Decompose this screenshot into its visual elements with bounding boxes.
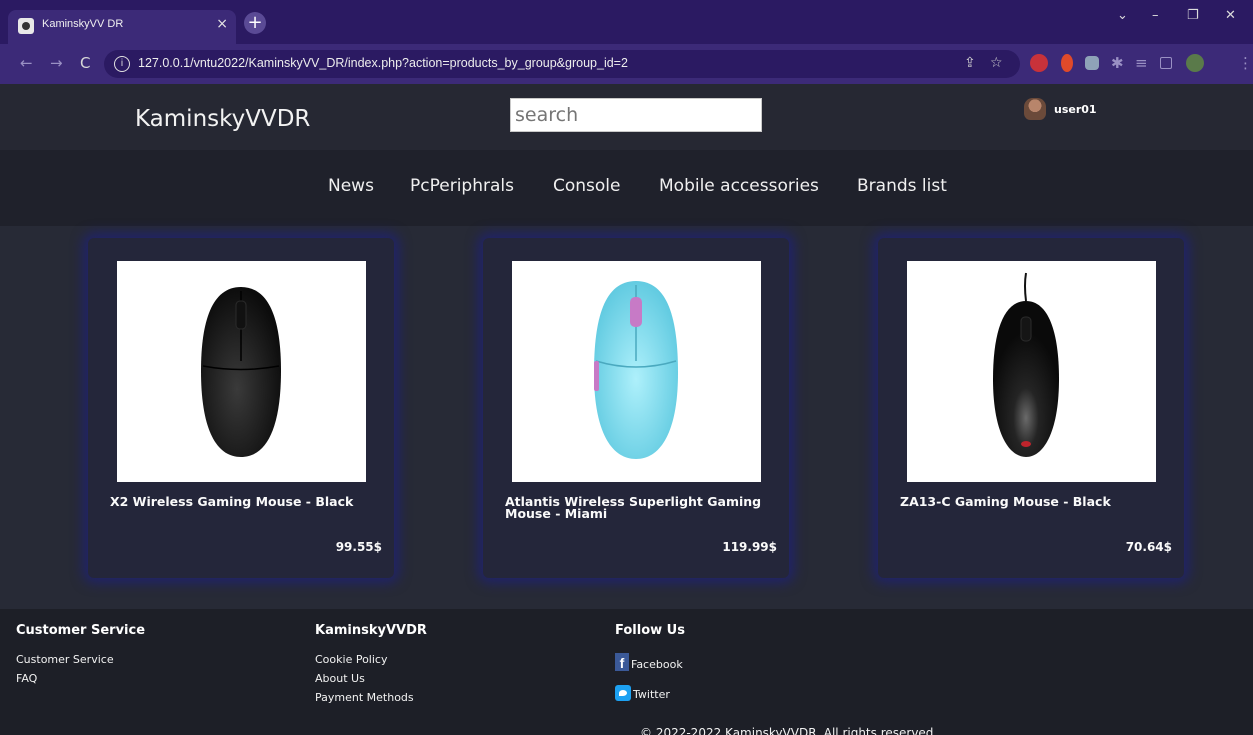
back-arrow-icon[interactable]: ← xyxy=(20,54,33,72)
browser-tab[interactable]: KaminskyVV DR × xyxy=(8,10,236,44)
browser-tab-bar: KaminskyVV DR × + ⌄ – ❐ ✕ xyxy=(0,0,1253,44)
favicon-icon xyxy=(18,18,34,34)
site-logo[interactable]: KaminskyVVDR xyxy=(135,106,310,132)
extensions-puzzle-icon[interactable]: ✱ xyxy=(1111,54,1124,72)
user-avatar[interactable] xyxy=(1024,98,1046,120)
bookmark-star-icon[interactable]: ☆ xyxy=(990,55,1003,71)
profile-avatar-icon[interactable] xyxy=(1186,54,1204,72)
facebook-link[interactable]: f Facebook xyxy=(615,653,683,671)
twitter-link[interactable]: Twitter xyxy=(615,685,670,701)
tab-title: KaminskyVV DR xyxy=(42,18,124,30)
restore-icon[interactable]: ❐ xyxy=(1187,8,1199,23)
facebook-icon: f xyxy=(615,653,629,671)
nav-item-pcperiphrals[interactable]: PcPeriphrals xyxy=(410,176,514,196)
product-card[interactable]: Atlantis Wireless Superlight Gaming Mous… xyxy=(483,238,789,578)
footer-heading-follow-us: Follow Us xyxy=(615,623,685,638)
product-name[interactable]: X2 Wireless Gaming Mouse - Black xyxy=(110,495,380,508)
browser-menu-icon[interactable]: ⋮ xyxy=(1238,54,1253,72)
side-panel-icon[interactable] xyxy=(1160,57,1172,69)
mouse-cyan-image xyxy=(594,281,678,459)
extension-shield-icon[interactable] xyxy=(1061,54,1073,72)
mouse-black-corded-image xyxy=(993,272,1059,457)
window-close-icon[interactable]: ✕ xyxy=(1225,8,1236,23)
product-price: 70.64$ xyxy=(1125,540,1172,554)
new-tab-button[interactable]: + xyxy=(244,12,266,34)
extension-square-icon[interactable] xyxy=(1085,56,1099,70)
nav-item-mobile-accessories[interactable]: Mobile accessories xyxy=(659,176,819,196)
tab-close-icon[interactable]: × xyxy=(216,16,228,32)
nav-item-brands-list[interactable]: Brands list xyxy=(857,176,947,196)
twitter-label: Twitter xyxy=(633,688,670,701)
product-name[interactable]: ZA13-C Gaming Mouse - Black xyxy=(900,495,1170,508)
footer-link-about-us[interactable]: About Us xyxy=(315,672,365,685)
url-text[interactable]: 127.0.0.1/vntu2022/KaminskyVV_DR/index.p… xyxy=(138,56,628,70)
footer-link-customer-service[interactable]: Customer Service xyxy=(16,653,114,666)
footer-heading-company: KaminskyVVDR xyxy=(315,623,427,638)
nav-item-console[interactable]: Console xyxy=(553,176,621,196)
footer-heading-customer-service: Customer Service xyxy=(16,623,146,638)
site-header: KaminskyVVDR user01 xyxy=(0,84,1253,150)
product-price: 119.99$ xyxy=(722,540,777,554)
tab-search-chevron-icon[interactable]: ⌄ xyxy=(1117,8,1128,23)
footer-link-cookie-policy[interactable]: Cookie Policy xyxy=(315,653,387,666)
footer-link-payment-methods[interactable]: Payment Methods xyxy=(315,691,414,704)
extension-icon[interactable] xyxy=(1030,54,1048,72)
product-image[interactable] xyxy=(907,261,1156,482)
mouse-black-image xyxy=(201,287,281,457)
product-price: 99.55$ xyxy=(335,540,382,554)
product-image[interactable] xyxy=(117,261,366,482)
nav-item-news[interactable]: News xyxy=(328,176,374,196)
address-bar[interactable]: i 127.0.0.1/vntu2022/KaminskyVV_DR/index… xyxy=(104,50,1020,78)
product-grid: X2 Wireless Gaming Mouse - Black 99.55$ … xyxy=(0,226,1253,609)
username[interactable]: user01 xyxy=(1054,103,1097,116)
product-name[interactable]: Atlantis Wireless Superlight Gaming Mous… xyxy=(505,495,775,520)
site-footer: Customer Service Customer Service FAQ Ka… xyxy=(0,609,1253,735)
product-card[interactable]: ZA13-C Gaming Mouse - Black 70.64$ xyxy=(878,238,1184,578)
search-input[interactable] xyxy=(510,98,762,132)
footer-link-faq[interactable]: FAQ xyxy=(16,672,37,685)
product-image[interactable] xyxy=(512,261,761,482)
main-nav: News PcPeriphrals Console Mobile accesso… xyxy=(0,150,1253,226)
product-card[interactable]: X2 Wireless Gaming Mouse - Black 99.55$ xyxy=(88,238,394,578)
twitter-icon xyxy=(615,685,631,701)
site-info-icon[interactable]: i xyxy=(114,56,130,72)
reload-icon[interactable]: C xyxy=(80,54,90,72)
share-icon[interactable]: ⇪ xyxy=(964,55,976,71)
facebook-label: Facebook xyxy=(631,658,683,671)
minimize-icon[interactable]: – xyxy=(1152,8,1159,23)
forward-arrow-icon[interactable]: → xyxy=(50,54,63,72)
browser-toolbar: ← → C i 127.0.0.1/vntu2022/KaminskyVV_DR… xyxy=(0,44,1253,84)
reading-list-icon[interactable]: ≡ xyxy=(1135,54,1148,72)
copyright-text: © 2022-2022 KaminskyVVDR. All rights res… xyxy=(640,726,938,735)
